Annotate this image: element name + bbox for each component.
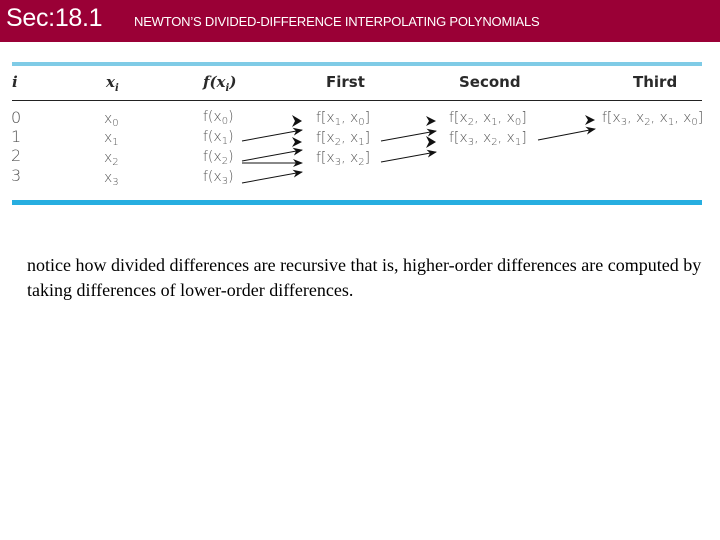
arrow: [380, 149, 437, 163]
difference-arrows: [241, 115, 596, 184]
arrow: [241, 127, 303, 142]
arrow: [537, 126, 596, 141]
note-paragraph: notice how divided differences are recur…: [27, 255, 702, 300]
arrowhead: [292, 115, 302, 127]
table-bottom-border: [12, 200, 702, 205]
arrowhead: [426, 116, 436, 126]
arrow: [241, 147, 303, 162]
arrow: [241, 169, 303, 184]
arrowhead: [292, 137, 302, 147]
arrowhead: [426, 136, 436, 148]
arrowhead: [585, 115, 595, 125]
